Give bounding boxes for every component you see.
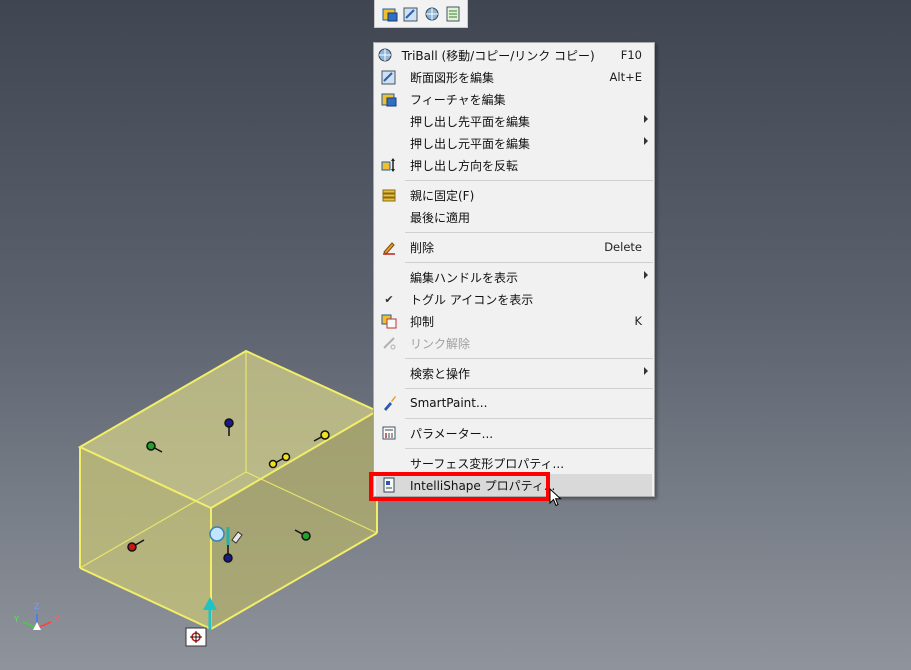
menu-shortcut: F10 <box>620 48 642 62</box>
submenu-arrow-icon <box>644 271 648 279</box>
menu-item-parameters[interactable]: パラメーター... <box>376 422 652 444</box>
menu-label: フィーチャを編集 <box>410 92 506 107</box>
flip-direction-icon <box>376 154 402 176</box>
menu-item-apply-last[interactable]: 最後に適用 <box>376 206 652 228</box>
menu-label: 押し出し方向を反転 <box>410 158 519 173</box>
menu-label: 編集ハンドルを表示 <box>410 270 519 285</box>
menu-item-show-toggle-icon[interactable]: ✔ トグル アイコンを表示 <box>376 288 652 310</box>
parameters-icon[interactable] <box>444 5 462 23</box>
menu-label: 押し出し先平面を編集 <box>410 114 531 129</box>
menu-item-edit-extrude-to-plane[interactable]: 押し出し先平面を編集 <box>376 110 652 132</box>
menu-shortcut: Delete <box>604 240 642 254</box>
triball-icon[interactable] <box>423 5 441 23</box>
menu-label: 削除 <box>410 240 435 255</box>
menu-separator <box>405 232 653 233</box>
axis-indicator <box>22 614 52 630</box>
menu-separator <box>405 262 653 263</box>
submenu-arrow-icon <box>644 115 648 123</box>
menu-separator <box>405 418 653 419</box>
menu-shortcut: K <box>634 314 642 328</box>
context-menu: TriBall (移動/コピー/リンク コピー) F10 断面図形を編集 Alt… <box>373 42 655 497</box>
delete-icon <box>376 236 402 258</box>
menu-item-flip-extrude-direction[interactable]: 押し出し方向を反転 <box>376 154 652 176</box>
smartpaint-icon <box>376 392 402 414</box>
menu-item-surface-deform-properties[interactable]: サーフェス変形プロパティ... <box>376 452 652 474</box>
menu-label: 最後に適用 <box>410 210 471 225</box>
submenu-arrow-icon <box>644 367 648 375</box>
menu-label: TriBall (移動/コピー/リンク コピー) <box>401 48 595 63</box>
menu-item-delete[interactable]: 削除 Delete <box>376 236 652 258</box>
menu-label: リンク解除 <box>410 336 471 351</box>
edit-feature-icon <box>376 88 402 110</box>
menu-item-edit-extrude-from-plane[interactable]: 押し出し元平面を編集 <box>376 132 652 154</box>
edit-section-icon[interactable] <box>402 5 420 23</box>
mouse-cursor-icon <box>549 487 563 512</box>
axis-label-x: X <box>54 615 60 624</box>
checkmark-icon: ✔ <box>384 292 394 306</box>
anchor-to-parent-icon <box>376 184 402 206</box>
menu-item-show-edit-handles[interactable]: 編集ハンドルを表示 <box>376 266 652 288</box>
axis-label-y: Y <box>14 615 19 624</box>
edit-feature-icon[interactable] <box>381 5 399 23</box>
menu-item-search-and-operate[interactable]: 検索と操作 <box>376 362 652 384</box>
menu-shortcut: Alt+E <box>609 70 642 84</box>
menu-item-suppress[interactable]: 抑制 K <box>376 310 652 332</box>
highlight-box <box>369 472 550 501</box>
menu-label: 親に固定(F) <box>410 188 475 203</box>
mini-toolbar <box>374 0 468 28</box>
shape-anchor-handle[interactable] <box>185 627 207 647</box>
submenu-arrow-icon <box>644 137 648 145</box>
menu-item-smartpaint[interactable]: SmartPaint... <box>376 392 652 414</box>
axis-label-z: Z <box>34 602 40 611</box>
triball-icon <box>376 44 394 66</box>
menu-separator <box>405 448 653 449</box>
menu-separator <box>405 180 653 181</box>
menu-label: 抑制 <box>410 314 435 329</box>
menu-item-edit-feature[interactable]: フィーチャを編集 <box>376 88 652 110</box>
menu-item-edit-section[interactable]: 断面図形を編集 Alt+E <box>376 66 652 88</box>
menu-label: サーフェス変形プロパティ... <box>410 456 565 471</box>
suppress-icon <box>376 310 402 332</box>
menu-label: 押し出し元平面を編集 <box>410 136 531 151</box>
menu-separator <box>405 358 653 359</box>
menu-separator <box>405 388 653 389</box>
menu-item-triball[interactable]: TriBall (移動/コピー/リンク コピー) F10 <box>376 44 652 66</box>
menu-label: 断面図形を編集 <box>410 70 495 85</box>
menu-label: パラメーター... <box>410 426 494 441</box>
menu-item-anchor-to-parent[interactable]: 親に固定(F) <box>376 184 652 206</box>
parameters-icon <box>376 422 402 444</box>
unlink-icon <box>376 332 402 354</box>
edit-section-icon <box>376 66 402 88</box>
menu-label: SmartPaint... <box>410 396 488 410</box>
menu-item-unlink: リンク解除 <box>376 332 652 354</box>
menu-label: トグル アイコンを表示 <box>410 292 534 307</box>
menu-label: 検索と操作 <box>410 366 471 381</box>
